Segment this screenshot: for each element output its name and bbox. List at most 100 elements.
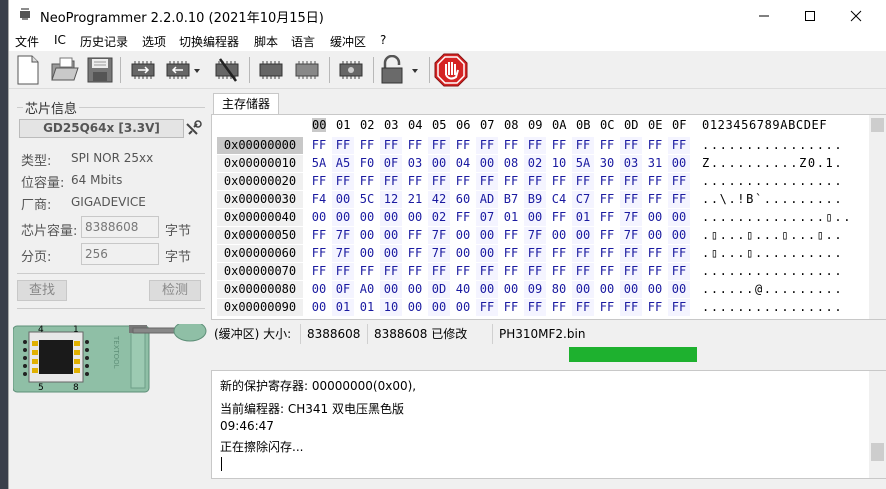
- hex-byte[interactable]: FF: [668, 263, 690, 280]
- hex-byte[interactable]: A5: [332, 155, 354, 172]
- hex-byte[interactable]: 03: [620, 155, 642, 172]
- hex-byte[interactable]: FF: [524, 299, 546, 316]
- hex-byte[interactable]: FF: [596, 209, 618, 226]
- scroll-thumb[interactable]: [871, 443, 884, 461]
- chip-name-field[interactable]: GD25Q64x [3.3V]: [19, 119, 184, 138]
- hex-byte[interactable]: 00: [308, 209, 330, 226]
- hex-byte[interactable]: F0: [356, 155, 378, 172]
- log-output[interactable]: 新的保护寄存器: 00000000(0x00), 当前编程器: CH341 双电…: [211, 370, 886, 479]
- hex-byte[interactable]: 08: [500, 155, 522, 172]
- hex-byte[interactable]: FF: [596, 173, 618, 190]
- menu-file[interactable]: 文件: [15, 33, 39, 50]
- hex-byte[interactable]: FF: [428, 173, 450, 190]
- hex-byte[interactable]: 00: [308, 299, 330, 316]
- hex-byte[interactable]: 09: [524, 281, 546, 298]
- menu-script[interactable]: 脚本: [254, 33, 278, 50]
- hex-byte[interactable]: FF: [596, 245, 618, 262]
- hex-byte[interactable]: FF: [596, 137, 618, 154]
- hex-byte[interactable]: FF: [572, 263, 594, 280]
- hex-byte[interactable]: FF: [596, 263, 618, 280]
- hex-byte[interactable]: 0F: [380, 155, 402, 172]
- hex-byte[interactable]: FF: [524, 245, 546, 262]
- hex-byte[interactable]: 00: [308, 281, 330, 298]
- hex-byte[interactable]: B9: [524, 191, 546, 208]
- menu-switch-programmer[interactable]: 切换编程器: [179, 33, 239, 50]
- hex-byte[interactable]: A0: [356, 281, 378, 298]
- erase-button[interactable]: [211, 54, 243, 86]
- hex-byte[interactable]: 40: [452, 281, 474, 298]
- hex-byte[interactable]: FF: [572, 137, 594, 154]
- hex-byte[interactable]: FF: [404, 263, 426, 280]
- hex-byte[interactable]: 21: [404, 191, 426, 208]
- hex-byte[interactable]: FF: [452, 263, 474, 280]
- hex-ascii[interactable]: ................: [702, 137, 852, 154]
- hex-byte[interactable]: 00: [476, 245, 498, 262]
- menu-ic[interactable]: IC: [54, 33, 66, 47]
- hex-byte[interactable]: 5A: [308, 155, 330, 172]
- write-button[interactable]: [163, 54, 203, 86]
- hex-byte[interactable]: 7F: [332, 245, 354, 262]
- hex-editor[interactable]: 00 01 02 03 04 05 06 07 08 09 0A 0B 0C 0D 0E 0F 01234567…: [211, 114, 886, 320]
- hex-byte[interactable]: FF: [500, 245, 522, 262]
- hex-byte[interactable]: FF: [308, 137, 330, 154]
- hex-byte[interactable]: 00: [476, 227, 498, 244]
- hex-byte[interactable]: FF: [572, 245, 594, 262]
- select-chip-button[interactable]: [184, 119, 204, 138]
- hex-ascii[interactable]: ................: [702, 173, 852, 190]
- hex-byte[interactable]: 02: [428, 209, 450, 226]
- hex-ascii[interactable]: ..............▯..: [702, 209, 852, 226]
- log-scrollbar[interactable]: [869, 371, 886, 478]
- hex-byte[interactable]: FF: [668, 299, 690, 316]
- stop-button[interactable]: [433, 53, 469, 87]
- hex-byte[interactable]: FF: [308, 173, 330, 190]
- hex-byte[interactable]: 04: [452, 155, 474, 172]
- hex-byte[interactable]: 00: [668, 209, 690, 226]
- hex-byte[interactable]: 00: [668, 281, 690, 298]
- hex-byte[interactable]: 00: [452, 227, 474, 244]
- hex-byte[interactable]: 00: [548, 227, 570, 244]
- hex-byte[interactable]: 00: [380, 245, 402, 262]
- page-size-field[interactable]: 256: [81, 243, 159, 265]
- hex-byte[interactable]: FF: [452, 209, 474, 226]
- hex-byte[interactable]: 0D: [428, 281, 450, 298]
- hex-byte[interactable]: FF: [308, 245, 330, 262]
- hex-byte[interactable]: FF: [380, 137, 402, 154]
- hex-ascii[interactable]: .▯...▯..........: [702, 245, 852, 262]
- tab-main-memory[interactable]: 主存储器: [213, 93, 279, 114]
- hex-byte[interactable]: FF: [524, 263, 546, 280]
- hex-byte[interactable]: 30: [596, 155, 618, 172]
- hex-byte[interactable]: FF: [476, 263, 498, 280]
- hex-byte[interactable]: FF: [356, 137, 378, 154]
- hex-byte[interactable]: FF: [332, 173, 354, 190]
- hex-byte[interactable]: 00: [332, 191, 354, 208]
- hex-byte[interactable]: 7F: [332, 227, 354, 244]
- detect-button[interactable]: 检测: [149, 280, 201, 301]
- hex-byte[interactable]: 7F: [620, 209, 642, 226]
- hex-byte[interactable]: FF: [332, 263, 354, 280]
- hex-byte[interactable]: 7F: [428, 227, 450, 244]
- hex-byte[interactable]: B7: [500, 191, 522, 208]
- open-button[interactable]: [49, 54, 81, 86]
- verify-button[interactable]: [255, 54, 287, 86]
- hex-byte[interactable]: 01: [500, 209, 522, 226]
- hex-byte[interactable]: 00: [644, 209, 666, 226]
- hex-byte[interactable]: 00: [500, 281, 522, 298]
- hex-ascii[interactable]: ................: [702, 299, 852, 316]
- hex-byte[interactable]: 10: [548, 155, 570, 172]
- hex-byte[interactable]: FF: [476, 299, 498, 316]
- hex-byte[interactable]: 42: [428, 191, 450, 208]
- hex-byte[interactable]: FF: [428, 263, 450, 280]
- hex-byte[interactable]: FF: [668, 191, 690, 208]
- hex-byte[interactable]: 00: [356, 209, 378, 226]
- hex-byte[interactable]: FF: [668, 137, 690, 154]
- hex-byte[interactable]: FF: [644, 299, 666, 316]
- hex-byte[interactable]: 10: [380, 299, 402, 316]
- hex-byte[interactable]: 00: [572, 281, 594, 298]
- hex-byte[interactable]: FF: [524, 137, 546, 154]
- hex-byte[interactable]: 7F: [428, 245, 450, 262]
- hex-byte[interactable]: FF: [332, 137, 354, 154]
- hex-ascii[interactable]: Z..........Z0.1.: [702, 155, 852, 172]
- hex-byte[interactable]: FF: [356, 173, 378, 190]
- read-button[interactable]: [127, 54, 159, 86]
- minimize-button[interactable]: [741, 0, 787, 31]
